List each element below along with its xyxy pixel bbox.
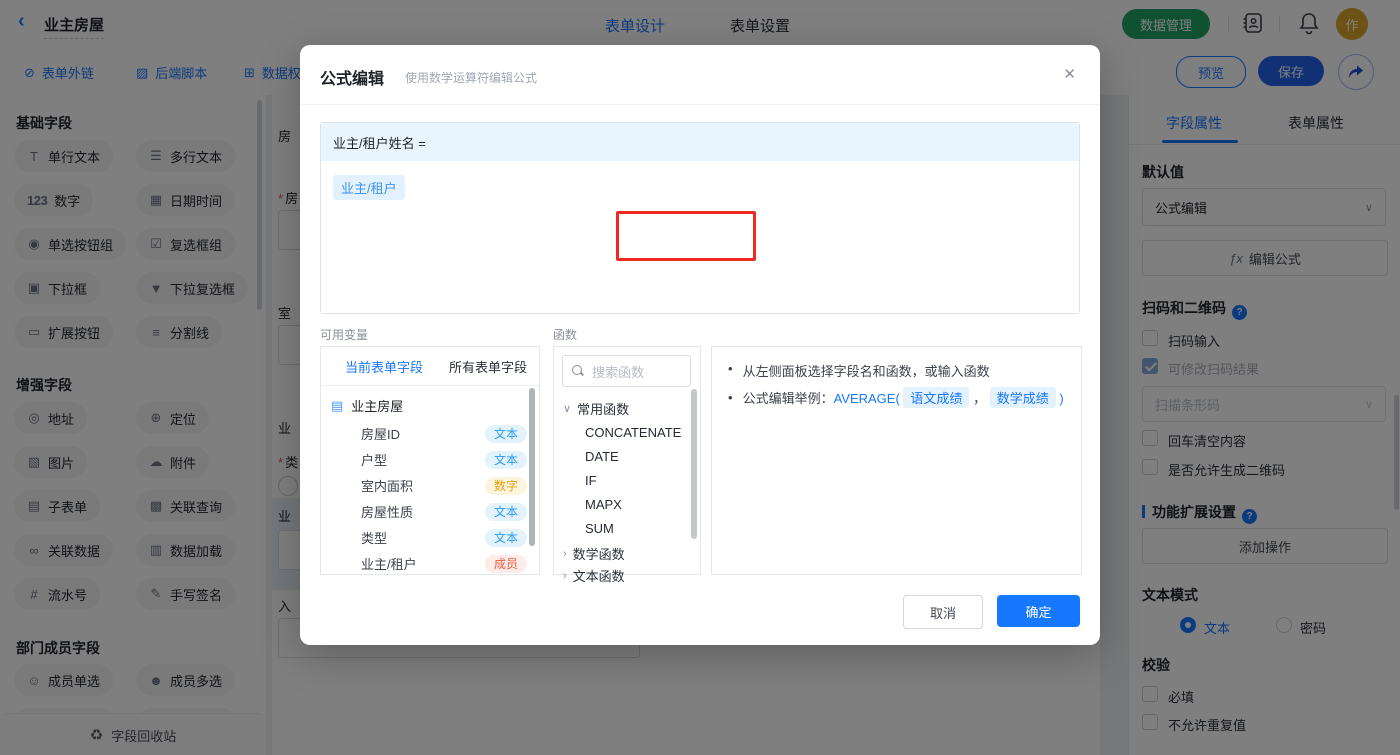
function-group-common[interactable]: ∨ 常用函数	[563, 399, 629, 418]
type-badge: 数字	[484, 476, 527, 495]
modal-title: 公式编辑	[320, 71, 385, 88]
search-placeholder: 搜索函数	[592, 364, 645, 380]
bullet-icon: •	[728, 390, 733, 405]
variable-name: 户型	[361, 453, 388, 468]
function-group-label: 文本函数	[572, 569, 625, 584]
variable-row[interactable]: 类型 文本	[361, 528, 527, 547]
variable-name: 业主/租户	[361, 557, 417, 572]
tip-example: 公式编辑举例：AVERAGE( 语文成绩 ， 数学成绩 )	[743, 387, 1064, 408]
formula-field-chip[interactable]: 业主/租户	[333, 175, 405, 200]
modal-subtitle: 使用数学运算符编辑公式	[405, 71, 538, 85]
functions-label: 函数	[553, 328, 578, 342]
confirm-button[interactable]: 确定	[997, 595, 1080, 627]
tip-close-paren: )	[1059, 391, 1064, 406]
variables-panel: 当前表单字段 所有表单字段 ▤ 业主房屋 房屋ID 文本 户型 文本 室内面积	[320, 346, 540, 575]
confirm-label: 确定	[1025, 604, 1052, 620]
variables-label: 可用变量	[320, 328, 369, 342]
tip-line-2: • 公式编辑举例：AVERAGE( 语文成绩 ， 数学成绩 )	[728, 387, 1064, 408]
chevron-down-icon: ∨	[563, 403, 572, 415]
tip-comma: ，	[973, 391, 987, 406]
tip-example-function: AVERAGE(	[833, 391, 900, 406]
function-item[interactable]: SUM	[585, 521, 614, 536]
annotation-red-rectangle	[616, 211, 756, 261]
variable-row[interactable]: 户型 文本	[361, 450, 527, 469]
variables-tree: ▤ 业主房屋 房屋ID 文本 户型 文本 室内面积 数字 房屋性质 文本 类型 …	[321, 386, 539, 574]
close-icon[interactable]: ✕	[1063, 65, 1076, 83]
form-name-text: 业主房屋	[351, 399, 404, 414]
variable-row[interactable]: 业主/租户 成员	[361, 554, 527, 573]
formula-target-bar: 业主/租户姓名 =	[321, 123, 1079, 161]
chevron-right-icon: ›	[563, 547, 567, 560]
type-badge: 文本	[484, 450, 527, 469]
function-group-text[interactable]: › 文本函数	[563, 566, 625, 585]
variable-row[interactable]: 室内面积 数字	[361, 476, 527, 495]
function-item[interactable]: DATE	[585, 449, 619, 464]
type-badge: 文本	[484, 424, 527, 443]
modal-header: 公式编辑 使用数学运算符编辑公式 ✕	[300, 45, 1100, 105]
tip-example-prefix: 公式编辑举例：	[742, 391, 834, 406]
function-group-label: 数学函数	[572, 547, 625, 562]
variable-row[interactable]: 房屋ID 文本	[361, 424, 527, 443]
variables-scrollbar[interactable]	[529, 388, 535, 546]
variable-name: 房屋ID	[361, 427, 401, 442]
tab-all-form-fields[interactable]: 所有表单字段	[449, 357, 527, 376]
function-group-label: 常用函数	[577, 402, 630, 417]
bullet-icon: •	[728, 361, 733, 376]
variable-name: 室内面积	[361, 479, 414, 494]
variable-name: 房屋性质	[361, 505, 414, 520]
tip-line-1: • 从左侧面板选择字段名和函数，或输入函数	[728, 361, 990, 380]
type-badge: 文本	[484, 502, 527, 521]
formula-target-text: 业主/租户姓名 =	[333, 135, 426, 151]
tips-panel: • 从左侧面板选择字段名和函数，或输入函数 • 公式编辑举例：AVERAGE( …	[711, 346, 1082, 575]
cancel-button[interactable]: 取消	[903, 595, 983, 629]
search-icon	[572, 365, 584, 377]
function-search-input[interactable]: 搜索函数	[562, 355, 691, 387]
cancel-label: 取消	[929, 605, 956, 621]
function-item[interactable]: CONCATENATE	[585, 425, 681, 440]
functions-scrollbar[interactable]	[691, 389, 697, 539]
tip-text: 从左侧面板选择字段名和函数，或输入函数	[742, 364, 990, 379]
variable-name: 类型	[361, 531, 388, 546]
example-field-chip: 语文成绩	[903, 387, 970, 408]
chevron-right-icon: ›	[563, 569, 567, 582]
app-root: ‹ 业主房屋 表单设计 表单设置 数据管理 作 ⊘ 表单外链 ▨ 后端脚本 ⊞ …	[0, 0, 1400, 755]
variable-row[interactable]: 房屋性质 文本	[361, 502, 527, 521]
example-field-chip: 数学成绩	[989, 387, 1056, 408]
function-group-math[interactable]: › 数学函数	[563, 544, 625, 563]
tab-current-form-fields[interactable]: 当前表单字段	[345, 357, 423, 376]
variables-tabs: 当前表单字段 所有表单字段	[321, 347, 539, 386]
functions-panel: 搜索函数 ∨ 常用函数 CONCATENATE DATE IF MAPX SUM…	[553, 346, 701, 584]
formula-edit-modal: 公式编辑 使用数学运算符编辑公式 ✕ 业主/租户姓名 = 业主/租户 可用变量 …	[300, 45, 1100, 645]
form-tree-node[interactable]: ▤ 业主房屋	[331, 396, 403, 415]
type-badge: 成员	[484, 554, 527, 573]
function-item[interactable]: IF	[585, 473, 597, 488]
function-item[interactable]: MAPX	[585, 497, 622, 512]
form-doc-icon: ▤	[331, 397, 344, 413]
type-badge: 文本	[484, 528, 527, 547]
